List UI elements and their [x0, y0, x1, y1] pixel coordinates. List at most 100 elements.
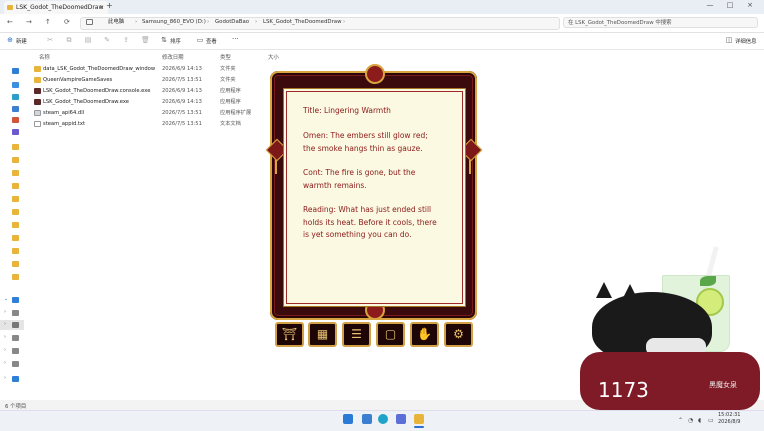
file-type: 文件夹 [220, 77, 236, 83]
file-type: 应用程序 [220, 88, 241, 94]
chevron-right-icon[interactable]: › [4, 309, 6, 315]
taskbar-app-icon[interactable] [362, 414, 372, 424]
edge-icon[interactable] [378, 414, 388, 424]
command-bar [0, 33, 764, 50]
column-header-name[interactable]: 名称 [39, 53, 50, 61]
folder-icon [34, 66, 41, 72]
shrine-icon: ⛩ [281, 327, 298, 341]
chevron-up-icon[interactable]: ⌃ [678, 417, 683, 424]
battery-icon[interactable]: ▭ [708, 417, 714, 424]
chevron-right-icon[interactable]: › [4, 375, 6, 381]
refresh-button[interactable]: ⟳ [64, 18, 70, 26]
breadcrumb-current-folder[interactable]: LSK_Godot_TheDoomedDraw [263, 17, 342, 28]
taskbar-app-icon[interactable] [396, 414, 406, 424]
maximize-button[interactable]: □ [720, 1, 740, 9]
settings-button[interactable]: ⚙ [444, 322, 473, 347]
folder-icon[interactable] [12, 222, 19, 228]
column-header-type[interactable]: 类型 [220, 53, 231, 61]
sort-button[interactable]: 排序 [170, 37, 181, 45]
wifi-icon[interactable]: ◔ [688, 417, 693, 424]
breadcrumb-this-pc[interactable]: 此电脑 [108, 17, 124, 28]
cut-icon[interactable]: ✂ [46, 36, 54, 44]
taskbar-clock[interactable]: 15:02:31 2026/8/9 [718, 412, 740, 426]
folder-icon[interactable] [12, 157, 19, 163]
share-icon[interactable]: ⇪ [122, 36, 130, 44]
folder-icon[interactable] [12, 235, 19, 241]
details-button[interactable]: 详细信息 [735, 37, 757, 45]
top-knot-ornament-icon [365, 64, 385, 84]
network-icon[interactable] [12, 376, 19, 382]
drive-icon[interactable] [12, 310, 19, 316]
desktop-icon[interactable] [12, 82, 19, 88]
hands-button[interactable]: ✋ [410, 322, 439, 347]
explorer-tab[interactable]: LSK_Godot_TheDoomedDraw × [4, 1, 108, 14]
documents-icon[interactable] [12, 106, 19, 112]
file-row[interactable]: data_LSK_Godot_TheDoomedDraw_windows_x8.… [32, 64, 272, 74]
search-input[interactable]: 在 LSK_Godot_TheDoomedDraw 中搜索 [563, 17, 758, 28]
volume-icon[interactable]: ◖ [698, 417, 701, 424]
view-button[interactable]: 查看 [206, 37, 217, 45]
clock-date: 2026/8/9 [718, 419, 741, 425]
up-button[interactable]: ↑ [45, 18, 51, 26]
status-item-count: 6 个项目 [5, 404, 27, 410]
folder-icon[interactable] [12, 274, 19, 280]
drive-icon[interactable] [12, 348, 19, 354]
more-options-button[interactable]: ··· [232, 35, 239, 43]
paste-icon[interactable]: ▤ [84, 36, 92, 44]
windows-start-icon[interactable] [343, 414, 353, 424]
close-button[interactable]: × [740, 1, 760, 9]
gear-icon: ⚙ [453, 327, 464, 341]
delete-icon[interactable]: 🗑 [141, 36, 150, 44]
home-icon[interactable] [12, 68, 19, 74]
file-row[interactable]: steam_api64.dll 2026/7/5 13:51 应用程序扩展 [32, 108, 272, 118]
folder-icon[interactable] [12, 261, 19, 267]
rename-icon[interactable]: ✎ [103, 36, 111, 44]
file-row[interactable]: LSK_Godot_TheDoomedDraw.console.exe 2026… [32, 86, 272, 96]
tab-close-button[interactable]: × [99, 1, 104, 14]
music-icon[interactable] [12, 129, 19, 135]
file-name: steam_api64.dll [43, 110, 85, 116]
folder-icon[interactable] [12, 170, 19, 176]
cards-button[interactable]: ▢ [376, 322, 405, 347]
chevron-right-icon[interactable]: › [4, 360, 6, 366]
folder-icon[interactable] [12, 248, 19, 254]
new-tab-button[interactable]: + [106, 1, 113, 10]
file-row[interactable]: LSK_Godot_TheDoomedDraw.exe 2026/6/9 14:… [32, 97, 272, 107]
folder-icon[interactable] [12, 144, 19, 150]
book-button[interactable]: ▦ [308, 322, 337, 347]
forward-button[interactable]: → [26, 18, 32, 26]
downloads-icon[interactable] [12, 94, 19, 100]
drive-icon[interactable] [12, 335, 19, 341]
folder-icon[interactable] [12, 209, 19, 215]
file-explorer-icon[interactable] [414, 414, 424, 424]
new-button[interactable]: 新建 [16, 37, 27, 45]
file-row[interactable]: steam_appid.txt 2026/7/5 13:51 文本文档 [32, 119, 272, 129]
folder-icon[interactable] [12, 183, 19, 189]
pictures-icon[interactable] [12, 117, 19, 123]
copy-icon[interactable]: ⧉ [65, 36, 73, 44]
brand-label: 黑魔女泉 [709, 381, 737, 389]
menu-button[interactable]: ☰ [342, 322, 371, 347]
column-header-modified[interactable]: 修改日期 [162, 53, 184, 61]
folder-icon[interactable] [12, 196, 19, 202]
sort-icon: ⇅ [161, 36, 167, 44]
chevron-right-icon[interactable]: › [4, 321, 6, 327]
file-row[interactable]: QueenVampireGameSaves 2026/7/5 13:51 文件夹 [32, 75, 272, 85]
chevron-right-icon[interactable]: › [4, 347, 6, 353]
back-button[interactable]: ← [7, 18, 13, 26]
breadcrumb-separator-icon: › [255, 19, 258, 25]
minimize-button[interactable]: — [700, 1, 720, 9]
breadcrumb-drive[interactable]: Samsung_860_EVO (D:) [142, 17, 206, 28]
file-name: LSK_Godot_TheDoomedDraw.console.exe [43, 88, 151, 94]
chevron-down-icon[interactable]: ⌄ [4, 296, 8, 302]
drive-icon[interactable] [12, 361, 19, 367]
breadcrumb-godotdabao[interactable]: GodotDaBao [215, 17, 249, 28]
file-date: 2026/6/9 14:13 [162, 66, 202, 72]
column-header-size[interactable]: 大小 [268, 53, 279, 61]
shrine-button[interactable]: ⛩ [275, 322, 304, 347]
drive-icon[interactable] [12, 322, 19, 328]
file-date: 2026/6/9 14:13 [162, 88, 202, 94]
this-pc-icon[interactable] [12, 297, 19, 303]
details-pane-icon: ◫ [725, 36, 733, 44]
chevron-right-icon[interactable]: › [4, 334, 6, 340]
